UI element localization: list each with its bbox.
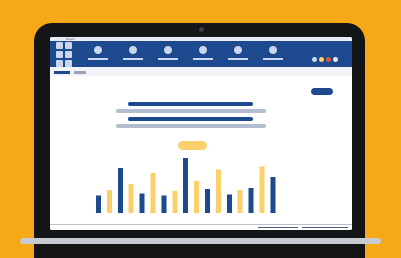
chart-bar (194, 181, 200, 213)
bar-chart (96, 157, 276, 213)
chart-bar (215, 169, 221, 213)
chart-bar (226, 194, 232, 213)
footer-bar (50, 222, 352, 230)
top-navigation (50, 41, 352, 67)
nav-item-label (123, 58, 143, 60)
nav-item[interactable] (123, 46, 143, 64)
chart-bar (117, 167, 123, 213)
nav-item[interactable] (228, 46, 248, 64)
chart-bar (259, 166, 265, 213)
text-line (116, 109, 266, 113)
camera-icon (199, 27, 204, 32)
nav-item[interactable] (158, 46, 178, 64)
nav-item[interactable] (263, 46, 283, 64)
nav-item-label (88, 58, 108, 60)
status-indicator-icon[interactable] (326, 57, 331, 62)
circle-icon (94, 46, 102, 54)
circle-icon (269, 46, 277, 54)
chart-bar (172, 190, 178, 213)
tab-active[interactable] (54, 71, 70, 74)
laptop-base (20, 238, 381, 244)
chart-bar (161, 195, 167, 213)
app-screen: Report (50, 37, 352, 230)
status-indicator-icon[interactable] (333, 57, 338, 62)
circle-icon (234, 46, 242, 54)
circle-icon (164, 46, 172, 54)
chart-bar (237, 189, 243, 213)
chart-bar (96, 195, 101, 213)
chart-bar (139, 193, 145, 213)
circle-icon (199, 46, 207, 54)
action-button[interactable] (311, 88, 333, 95)
primary-button[interactable] (178, 141, 207, 150)
tab-strip (50, 67, 352, 76)
chart-bar (205, 189, 210, 213)
tab-inactive[interactable] (74, 71, 86, 74)
nav-item-label (158, 58, 178, 60)
grid-menu-icon[interactable] (56, 42, 74, 68)
chart-bar (106, 189, 112, 213)
circle-icon (129, 46, 137, 54)
chart-bar (150, 172, 156, 213)
nav-item-label (228, 58, 248, 60)
nav-item[interactable] (193, 46, 213, 64)
chart-bar (128, 184, 134, 213)
status-indicator-icon[interactable] (319, 57, 324, 62)
nav-item-label (263, 58, 283, 60)
chart-bar (248, 188, 254, 213)
chart-bar (270, 177, 276, 213)
heading-line (128, 102, 253, 106)
chart-bar (183, 157, 189, 213)
nav-item-label (193, 58, 213, 60)
status-indicator-icon[interactable] (312, 57, 317, 62)
nav-item[interactable] (88, 46, 108, 64)
text-line (116, 124, 266, 128)
heading-line (128, 117, 253, 121)
